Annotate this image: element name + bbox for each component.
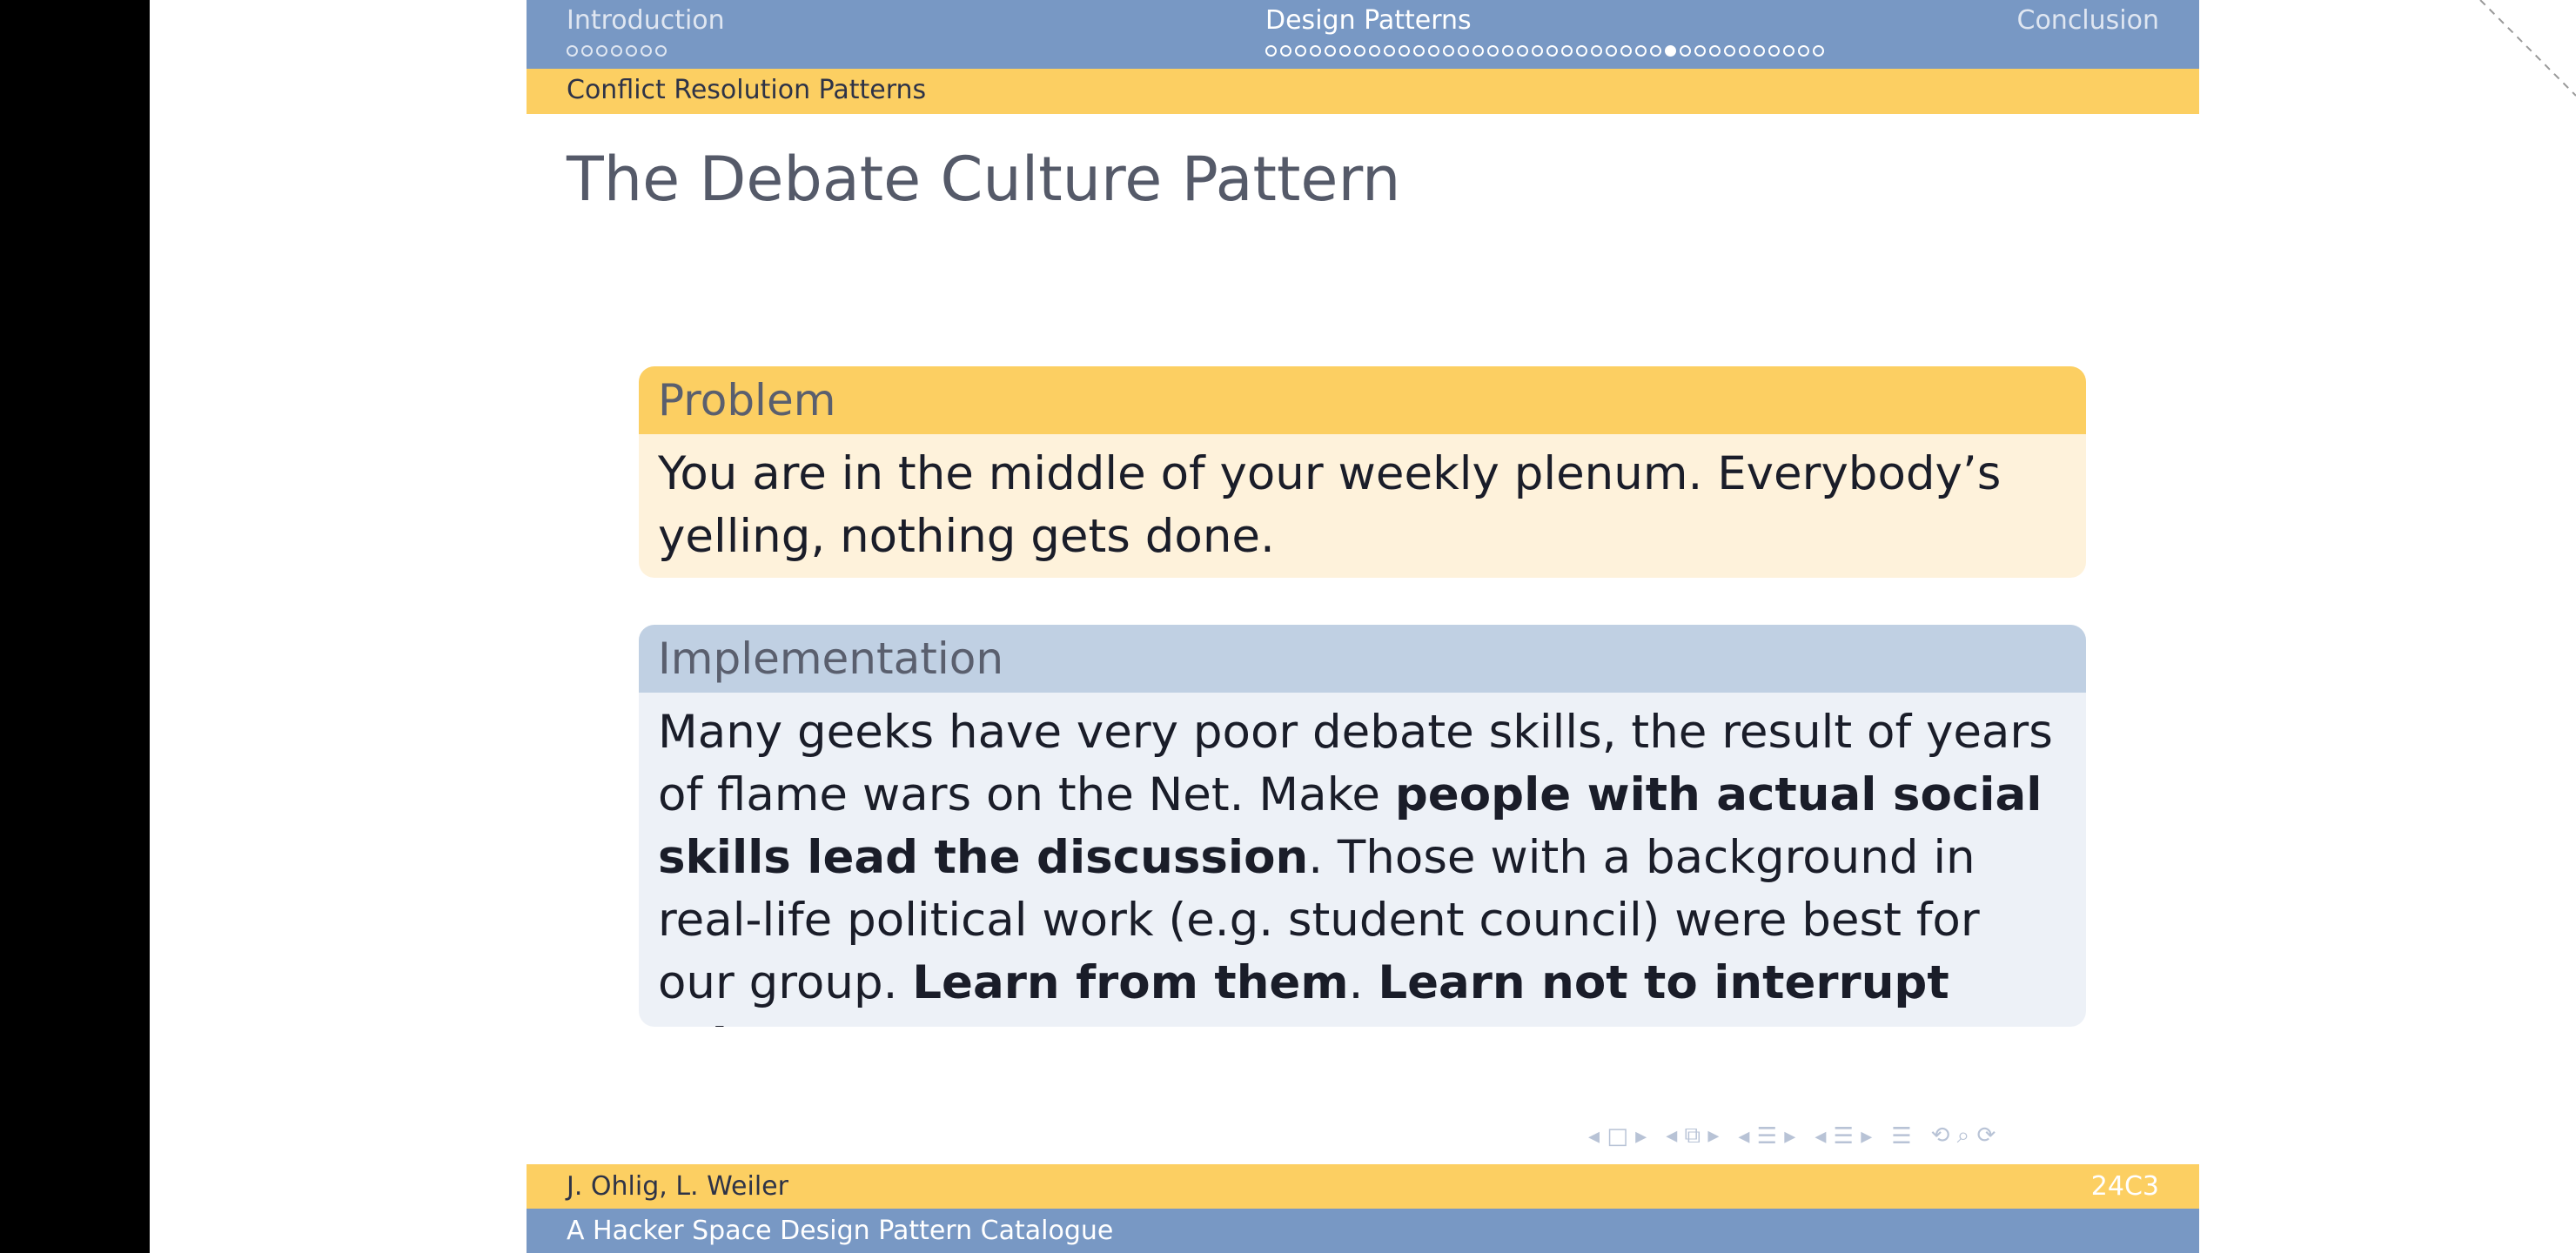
nav-dot[interactable] [611,45,622,57]
nav-dot[interactable] [1325,45,1336,57]
implementation-emphasis-learn-from-them: Learn from them [912,956,1349,1009]
section-navigation-bar: Introduction Design Patterns Conclusion [527,0,2199,69]
nav-dots-introduction [567,45,667,57]
nav-dot[interactable] [1680,45,1691,57]
nav-dot[interactable] [655,45,667,57]
nav-dot[interactable] [1798,45,1809,57]
nav-dot[interactable] [1783,45,1794,57]
implementation-block-header: Implementation [639,625,2086,693]
implementation-heading: Implementation [658,633,1004,684]
nav-dot[interactable] [1532,45,1543,57]
footer-authors: J. Ohlig, L. Weiler [567,1171,788,1202]
slide: Introduction Design Patterns Conclusion … [527,0,2199,1253]
nav-dot[interactable] [1724,45,1735,57]
left-black-border [0,0,150,1253]
implementation-block: Implementation Many geeks have very poor… [639,625,2086,1027]
nav-dot[interactable] [1487,45,1499,57]
nav-dot[interactable] [1591,45,1602,57]
nav-dot[interactable] [626,45,637,57]
implementation-text-part: . [1348,956,1379,1009]
problem-block-header: Problem [639,366,2086,434]
nav-dot[interactable] [1458,45,1469,57]
footer-author-bar: J. Ohlig, L. Weiler 24C3 [527,1164,2199,1209]
nav-dot[interactable] [581,45,593,57]
section-nav-icon[interactable]: ◂ ☰ ▸ [1815,1123,1872,1149]
slide-title: The Debate Culture Pattern [567,144,1401,215]
nav-dot[interactable] [1620,45,1632,57]
subsection-nav-icon[interactable]: ◂ ☰ ▸ [1738,1123,1795,1149]
nav-dot[interactable] [1472,45,1484,57]
footer-event: 24C3 [2090,1171,2159,1202]
subsection-title[interactable]: Conflict Resolution Patterns [567,75,926,105]
nav-dot[interactable] [1754,45,1765,57]
nav-dot[interactable] [1694,45,1706,57]
nav-section-design-patterns[interactable]: Design Patterns [1265,5,1472,36]
nav-dot[interactable] [1768,45,1780,57]
nav-dot[interactable] [1546,45,1558,57]
implementation-text-part: . [826,1019,841,1027]
nav-dot[interactable] [1384,45,1395,57]
footer-title: A Hacker Space Design Pattern Catalogue [567,1216,1114,1246]
nav-dot[interactable] [1635,45,1647,57]
nav-dot[interactable] [1709,45,1721,57]
problem-block: Problem You are in the middle of your we… [639,366,2086,578]
nav-dot[interactable] [1576,45,1587,57]
nav-dots-design-patterns [1265,45,1824,57]
nav-dot[interactable] [567,45,578,57]
nav-dot[interactable] [1650,45,1661,57]
nav-dot-current[interactable] [1665,45,1676,57]
nav-dot[interactable] [1739,45,1750,57]
nav-section-introduction[interactable]: Introduction [567,5,725,36]
implementation-text: Many geeks have very poor debate skills,… [639,693,2086,1027]
nav-dot[interactable] [641,45,652,57]
appendix-nav-icon[interactable]: ☰ [1891,1123,1911,1149]
subsection-bar: Conflict Resolution Patterns [527,69,2199,114]
nav-dot[interactable] [1369,45,1380,57]
nav-section-conclusion[interactable]: Conclusion [2017,5,2160,36]
nav-dot[interactable] [1354,45,1365,57]
frame-nav-icon[interactable]: ◂ □ ▸ [1588,1123,1647,1149]
problem-heading: Problem [658,375,836,425]
nav-dot[interactable] [1280,45,1291,57]
nav-dot[interactable] [1310,45,1321,57]
nav-dot[interactable] [1265,45,1277,57]
beamer-navigation-symbols: ◂ □ ▸ ◂ ⧉ ▸ ◂ ☰ ▸ ◂ ☰ ▸ ☰ ⟲ ⌕ ⟳ [1588,1122,1996,1149]
nav-dot[interactable] [1517,45,1528,57]
nav-dot[interactable] [596,45,607,57]
nav-dot[interactable] [1295,45,1306,57]
nav-dot[interactable] [1339,45,1351,57]
footer-title-bar: A Hacker Space Design Pattern Catalogue [527,1209,2199,1253]
problem-text: You are in the middle of your weekly ple… [658,447,2002,563]
nav-dot[interactable] [1606,45,1617,57]
nav-dot[interactable] [1502,45,1513,57]
nav-dot[interactable] [1428,45,1439,57]
nav-dot[interactable] [1813,45,1824,57]
page-corner-fold-icon [2479,0,2576,97]
nav-dot[interactable] [1561,45,1573,57]
slide-nav-icon[interactable]: ◂ ⧉ ▸ [1666,1122,1719,1149]
nav-dot[interactable] [1399,45,1410,57]
nav-dot[interactable] [1413,45,1425,57]
back-search-forward-icon[interactable]: ⟲ ⌕ ⟳ [1931,1122,1996,1149]
nav-dot[interactable] [1443,45,1454,57]
